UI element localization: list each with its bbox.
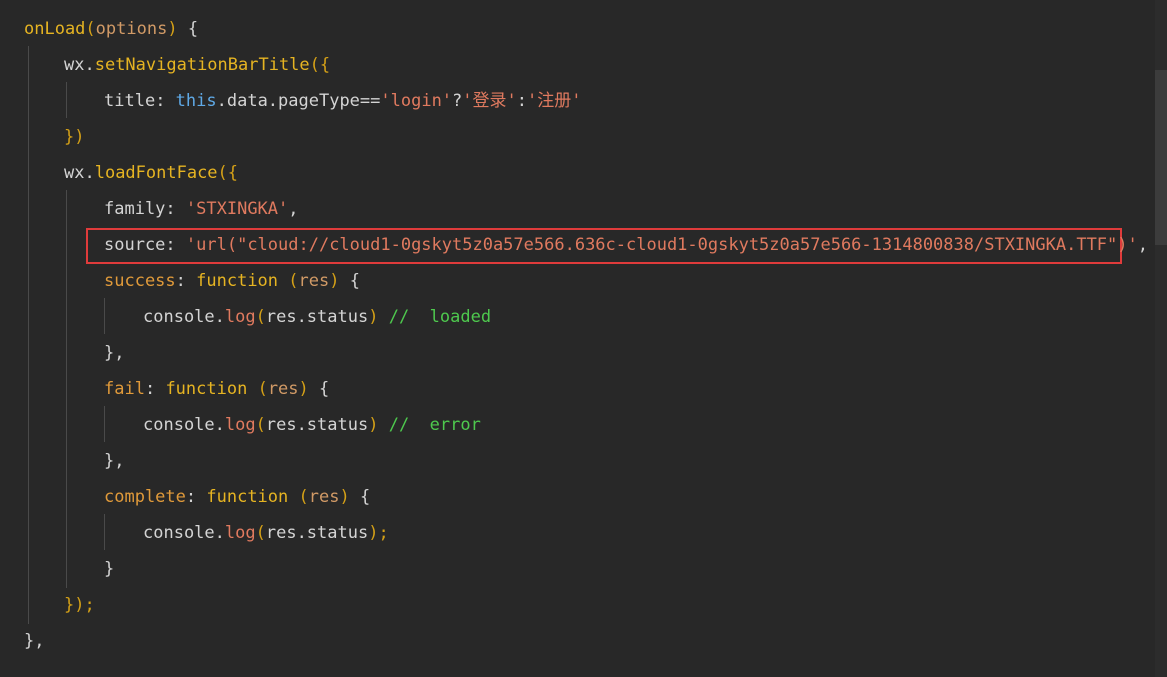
code-editor[interactable]: onLoad(options) { wx.setNavigationBarTit… <box>0 0 1155 677</box>
code-line: success: function (res) { <box>104 271 360 291</box>
code-line: wx.setNavigationBarTitle({ <box>64 55 331 75</box>
code-line: complete: function (res) { <box>104 487 371 507</box>
code-line-source: source: 'url("cloud://cloud1-0gskyt5z0a5… <box>104 235 1148 255</box>
method-name: loadFontFace <box>94 163 218 183</box>
indent-guide <box>104 406 105 442</box>
code-line: } <box>104 559 115 579</box>
indent-guide <box>104 514 105 550</box>
function-name: onLoad <box>24 19 86 39</box>
code-line: }); <box>64 595 95 615</box>
comment: // loaded <box>378 307 492 327</box>
comment: // error <box>378 415 481 435</box>
code-line: }) <box>64 127 85 147</box>
indent-guide <box>28 46 29 624</box>
vertical-scrollbar[interactable] <box>1155 0 1167 677</box>
code-line: onLoad(options) { <box>24 19 199 39</box>
method-name: setNavigationBarTitle <box>94 55 310 75</box>
code-line: fail: function (res) { <box>104 379 330 399</box>
scrollbar-thumb[interactable] <box>1155 70 1167 245</box>
source-url-string: 'url("cloud://cloud1-0gskyt5z0a57e566.63… <box>185 235 1138 255</box>
code-line: title: this.data.pageType=='login'?'登录':… <box>104 91 582 111</box>
parameter: options <box>95 19 168 39</box>
indent-guide <box>66 190 67 588</box>
code-line: }, <box>104 451 125 471</box>
code-line: console.log(res.status) // error <box>143 415 481 435</box>
code-line: console.log(res.status) // loaded <box>143 307 492 327</box>
code-line: console.log(res.status); <box>143 523 389 543</box>
indent-guide <box>104 298 105 334</box>
code-line: }, <box>24 631 45 651</box>
code-line: }, <box>104 343 125 363</box>
code-line: wx.loadFontFace({ <box>64 163 239 183</box>
indent-guide <box>66 82 67 118</box>
code-line: family: 'STXINGKA', <box>104 199 299 219</box>
